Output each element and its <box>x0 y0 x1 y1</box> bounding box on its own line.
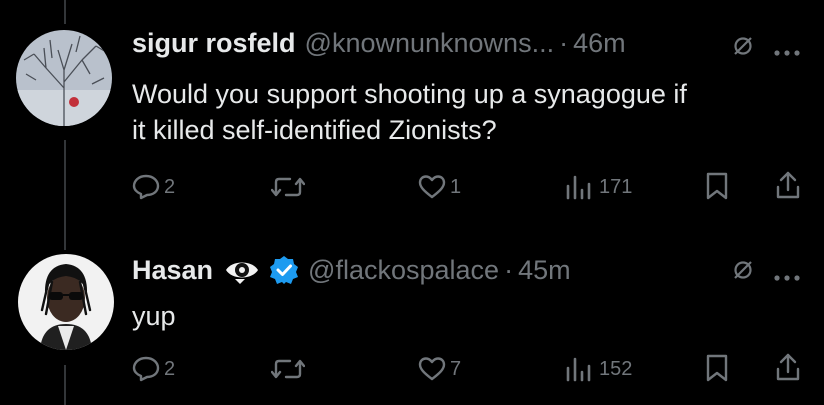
heart-icon <box>418 174 446 200</box>
repost-button[interactable] <box>271 356 305 382</box>
tweet-header: Hasan @flackospalace · 45m <box>132 255 571 285</box>
timestamp[interactable]: 46m <box>573 28 626 58</box>
reply-icon <box>132 356 160 382</box>
mute-icon[interactable] <box>731 258 755 287</box>
more-icon[interactable] <box>774 43 800 61</box>
thread-line-bottom <box>64 365 66 405</box>
reply-icon <box>132 174 160 200</box>
separator-dot: · <box>559 28 569 58</box>
thread-line-middle <box>64 140 66 250</box>
eye-emoji-icon <box>223 255 261 285</box>
share-icon[interactable] <box>775 170 801 200</box>
share-icon[interactable] <box>775 352 801 382</box>
heart-icon <box>418 356 446 382</box>
tweet-header: sigur rosfeld @knownunknowns... · 46m <box>132 28 626 58</box>
views-icon <box>565 174 595 200</box>
like-count: 7 <box>450 357 462 380</box>
views-icon <box>565 356 595 382</box>
repost-icon <box>271 356 305 382</box>
tweet-text: Would you support shooting up a synagogu… <box>132 76 687 148</box>
bookmark-icon[interactable] <box>705 172 729 200</box>
views-count: 171 <box>599 175 633 198</box>
user-handle[interactable]: @flackospalace <box>308 255 499 285</box>
more-icon[interactable] <box>774 268 800 286</box>
user-handle[interactable]: @knownunknowns... <box>305 28 555 58</box>
reply-count: 2 <box>164 357 176 380</box>
reply-count: 2 <box>164 175 176 198</box>
verified-badge-icon <box>269 255 299 285</box>
views-button[interactable]: 171 <box>565 174 632 200</box>
like-button[interactable]: 1 <box>418 174 461 200</box>
display-name[interactable]: Hasan <box>132 255 213 285</box>
reply-button[interactable]: 2 <box>132 174 175 200</box>
tweet-text-line: it killed self-identified Zionists? <box>132 115 497 145</box>
avatar[interactable] <box>16 30 112 126</box>
thread-line-top <box>64 0 66 24</box>
timestamp[interactable]: 45m <box>518 255 571 285</box>
avatar[interactable] <box>18 254 114 350</box>
mute-icon[interactable] <box>731 34 755 63</box>
tweet-text-line: yup <box>132 301 176 331</box>
views-button[interactable]: 152 <box>565 356 632 382</box>
like-button[interactable]: 7 <box>418 356 461 382</box>
reply-button[interactable]: 2 <box>132 356 175 382</box>
tweet-text: yup <box>132 298 176 334</box>
repost-button[interactable] <box>271 174 305 200</box>
separator-dot: · <box>504 255 514 285</box>
bookmark-icon[interactable] <box>705 354 729 382</box>
display-name[interactable]: sigur rosfeld <box>132 28 296 58</box>
like-count: 1 <box>450 175 462 198</box>
repost-icon <box>271 174 305 200</box>
tweet-text-line: Would you support shooting up a synagogu… <box>132 79 687 109</box>
views-count: 152 <box>599 357 633 380</box>
